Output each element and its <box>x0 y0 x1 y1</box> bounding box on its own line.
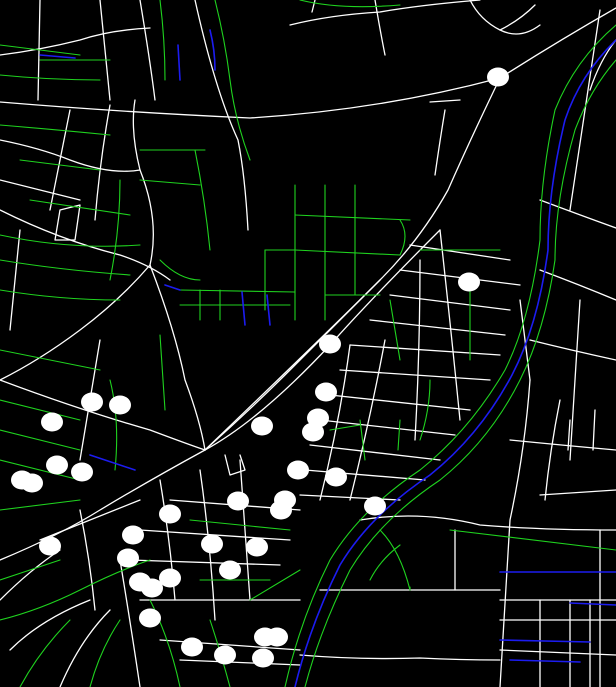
map-marker[interactable] <box>219 560 241 580</box>
map-marker[interactable] <box>39 536 61 556</box>
map-marker[interactable] <box>487 67 509 87</box>
map-marker[interactable] <box>252 648 274 668</box>
map-marker[interactable] <box>117 548 139 568</box>
map-marker[interactable] <box>364 496 386 516</box>
map-marker[interactable] <box>251 416 273 436</box>
map-marker[interactable] <box>246 537 268 557</box>
map-marker[interactable] <box>227 491 249 511</box>
map-marker[interactable] <box>270 500 292 520</box>
map-marker[interactable] <box>81 392 103 412</box>
map-marker[interactable] <box>302 422 324 442</box>
map-marker[interactable] <box>214 645 236 665</box>
map-marker[interactable] <box>266 627 288 647</box>
map-marker[interactable] <box>319 334 341 354</box>
map-marker[interactable] <box>21 473 43 493</box>
street-map[interactable] <box>0 0 616 687</box>
map-marker[interactable] <box>141 578 163 598</box>
map-marker[interactable] <box>159 568 181 588</box>
map-marker[interactable] <box>71 462 93 482</box>
map-marker[interactable] <box>46 455 68 475</box>
map-marker[interactable] <box>41 412 63 432</box>
map-marker[interactable] <box>139 608 161 628</box>
map-marker[interactable] <box>181 637 203 657</box>
map-marker[interactable] <box>159 504 181 524</box>
map-marker[interactable] <box>325 467 347 487</box>
map-marker[interactable] <box>201 534 223 554</box>
map-marker[interactable] <box>109 395 131 415</box>
map-marker[interactable] <box>122 525 144 545</box>
map-marker[interactable] <box>287 460 309 480</box>
map-marker[interactable] <box>458 272 480 292</box>
map-marker[interactable] <box>315 382 337 402</box>
